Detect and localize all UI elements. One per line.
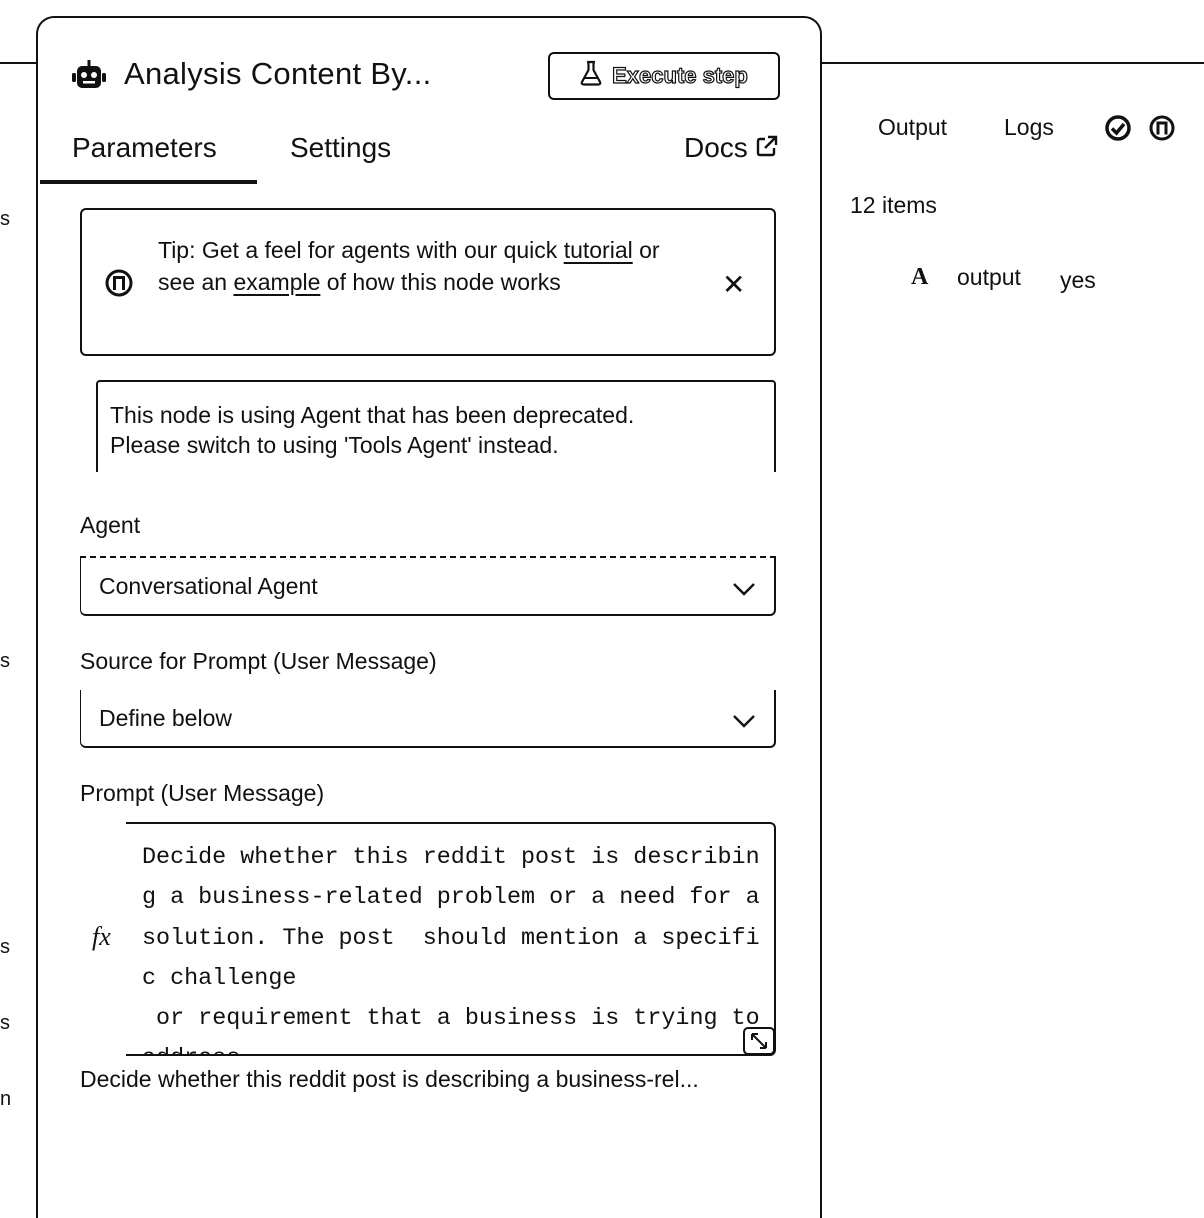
- check-circle-icon[interactable]: [1104, 114, 1132, 147]
- prompt-text: Decide whether this reddit post is descr…: [142, 845, 760, 1054]
- prompt-input[interactable]: Decide whether this reddit post is descr…: [126, 822, 776, 1056]
- close-icon[interactable]: ✕: [722, 268, 745, 301]
- agent-select[interactable]: Conversational Agent: [80, 558, 776, 616]
- prompt-source-select[interactable]: Define below: [80, 690, 776, 748]
- info-icon: [104, 268, 134, 303]
- deprecation-text: This node is using Agent that has been d…: [110, 402, 635, 458]
- agent-select-value: Conversational Agent: [99, 572, 318, 599]
- info-icon[interactable]: [1148, 114, 1176, 147]
- tab-logs[interactable]: Logs: [1004, 114, 1054, 141]
- robot-icon: [72, 60, 106, 90]
- agent-label: Agent: [80, 512, 141, 538]
- chevron-down-icon: [732, 708, 756, 735]
- docs-link[interactable]: Docs: [684, 132, 778, 164]
- expand-editor-icon[interactable]: [742, 1026, 776, 1056]
- external-link-icon: [756, 132, 778, 164]
- flask-icon: [580, 60, 602, 92]
- chevron-down-icon: [732, 576, 756, 603]
- tab-settings[interactable]: Settings: [290, 132, 391, 164]
- output-field-name: output: [957, 264, 1021, 290]
- left-edge-fragment: s: [0, 650, 10, 672]
- prompt-preview: Decide whether this reddit post is descr…: [80, 1066, 699, 1092]
- string-type-icon: A: [911, 264, 929, 290]
- left-edge-fragment: s: [0, 1012, 10, 1034]
- tab-parameters[interactable]: Parameters: [72, 132, 217, 164]
- output-field-value: yes: [1060, 267, 1096, 293]
- example-link[interactable]: example: [233, 269, 320, 295]
- left-edge-fragment: s: [0, 936, 10, 958]
- tutorial-link[interactable]: tutorial: [564, 237, 633, 263]
- execute-step-button[interactable]: Execute step: [548, 52, 780, 100]
- tip-text: Tip: Get a feel for agents with our quic…: [158, 237, 660, 295]
- node-title[interactable]: Analysis Content By...: [124, 56, 432, 92]
- execute-step-label: Execute step: [612, 62, 749, 88]
- left-edge-fragment: n: [0, 1088, 12, 1110]
- active-tab-indicator: [40, 180, 257, 184]
- canvas-line-left: [0, 62, 40, 64]
- prompt-label: Prompt (User Message): [80, 780, 325, 806]
- items-count: 12 items: [850, 192, 937, 218]
- docs-label: Docs: [684, 132, 748, 163]
- prompt-source-value: Define below: [99, 704, 232, 731]
- left-edge-fragment: s: [0, 208, 10, 230]
- expression-fx-icon[interactable]: fx: [92, 922, 111, 952]
- prompt-source-label: Source for Prompt (User Message): [80, 648, 437, 674]
- canvas-line-right: [818, 62, 1204, 64]
- tab-output[interactable]: Output: [878, 114, 947, 141]
